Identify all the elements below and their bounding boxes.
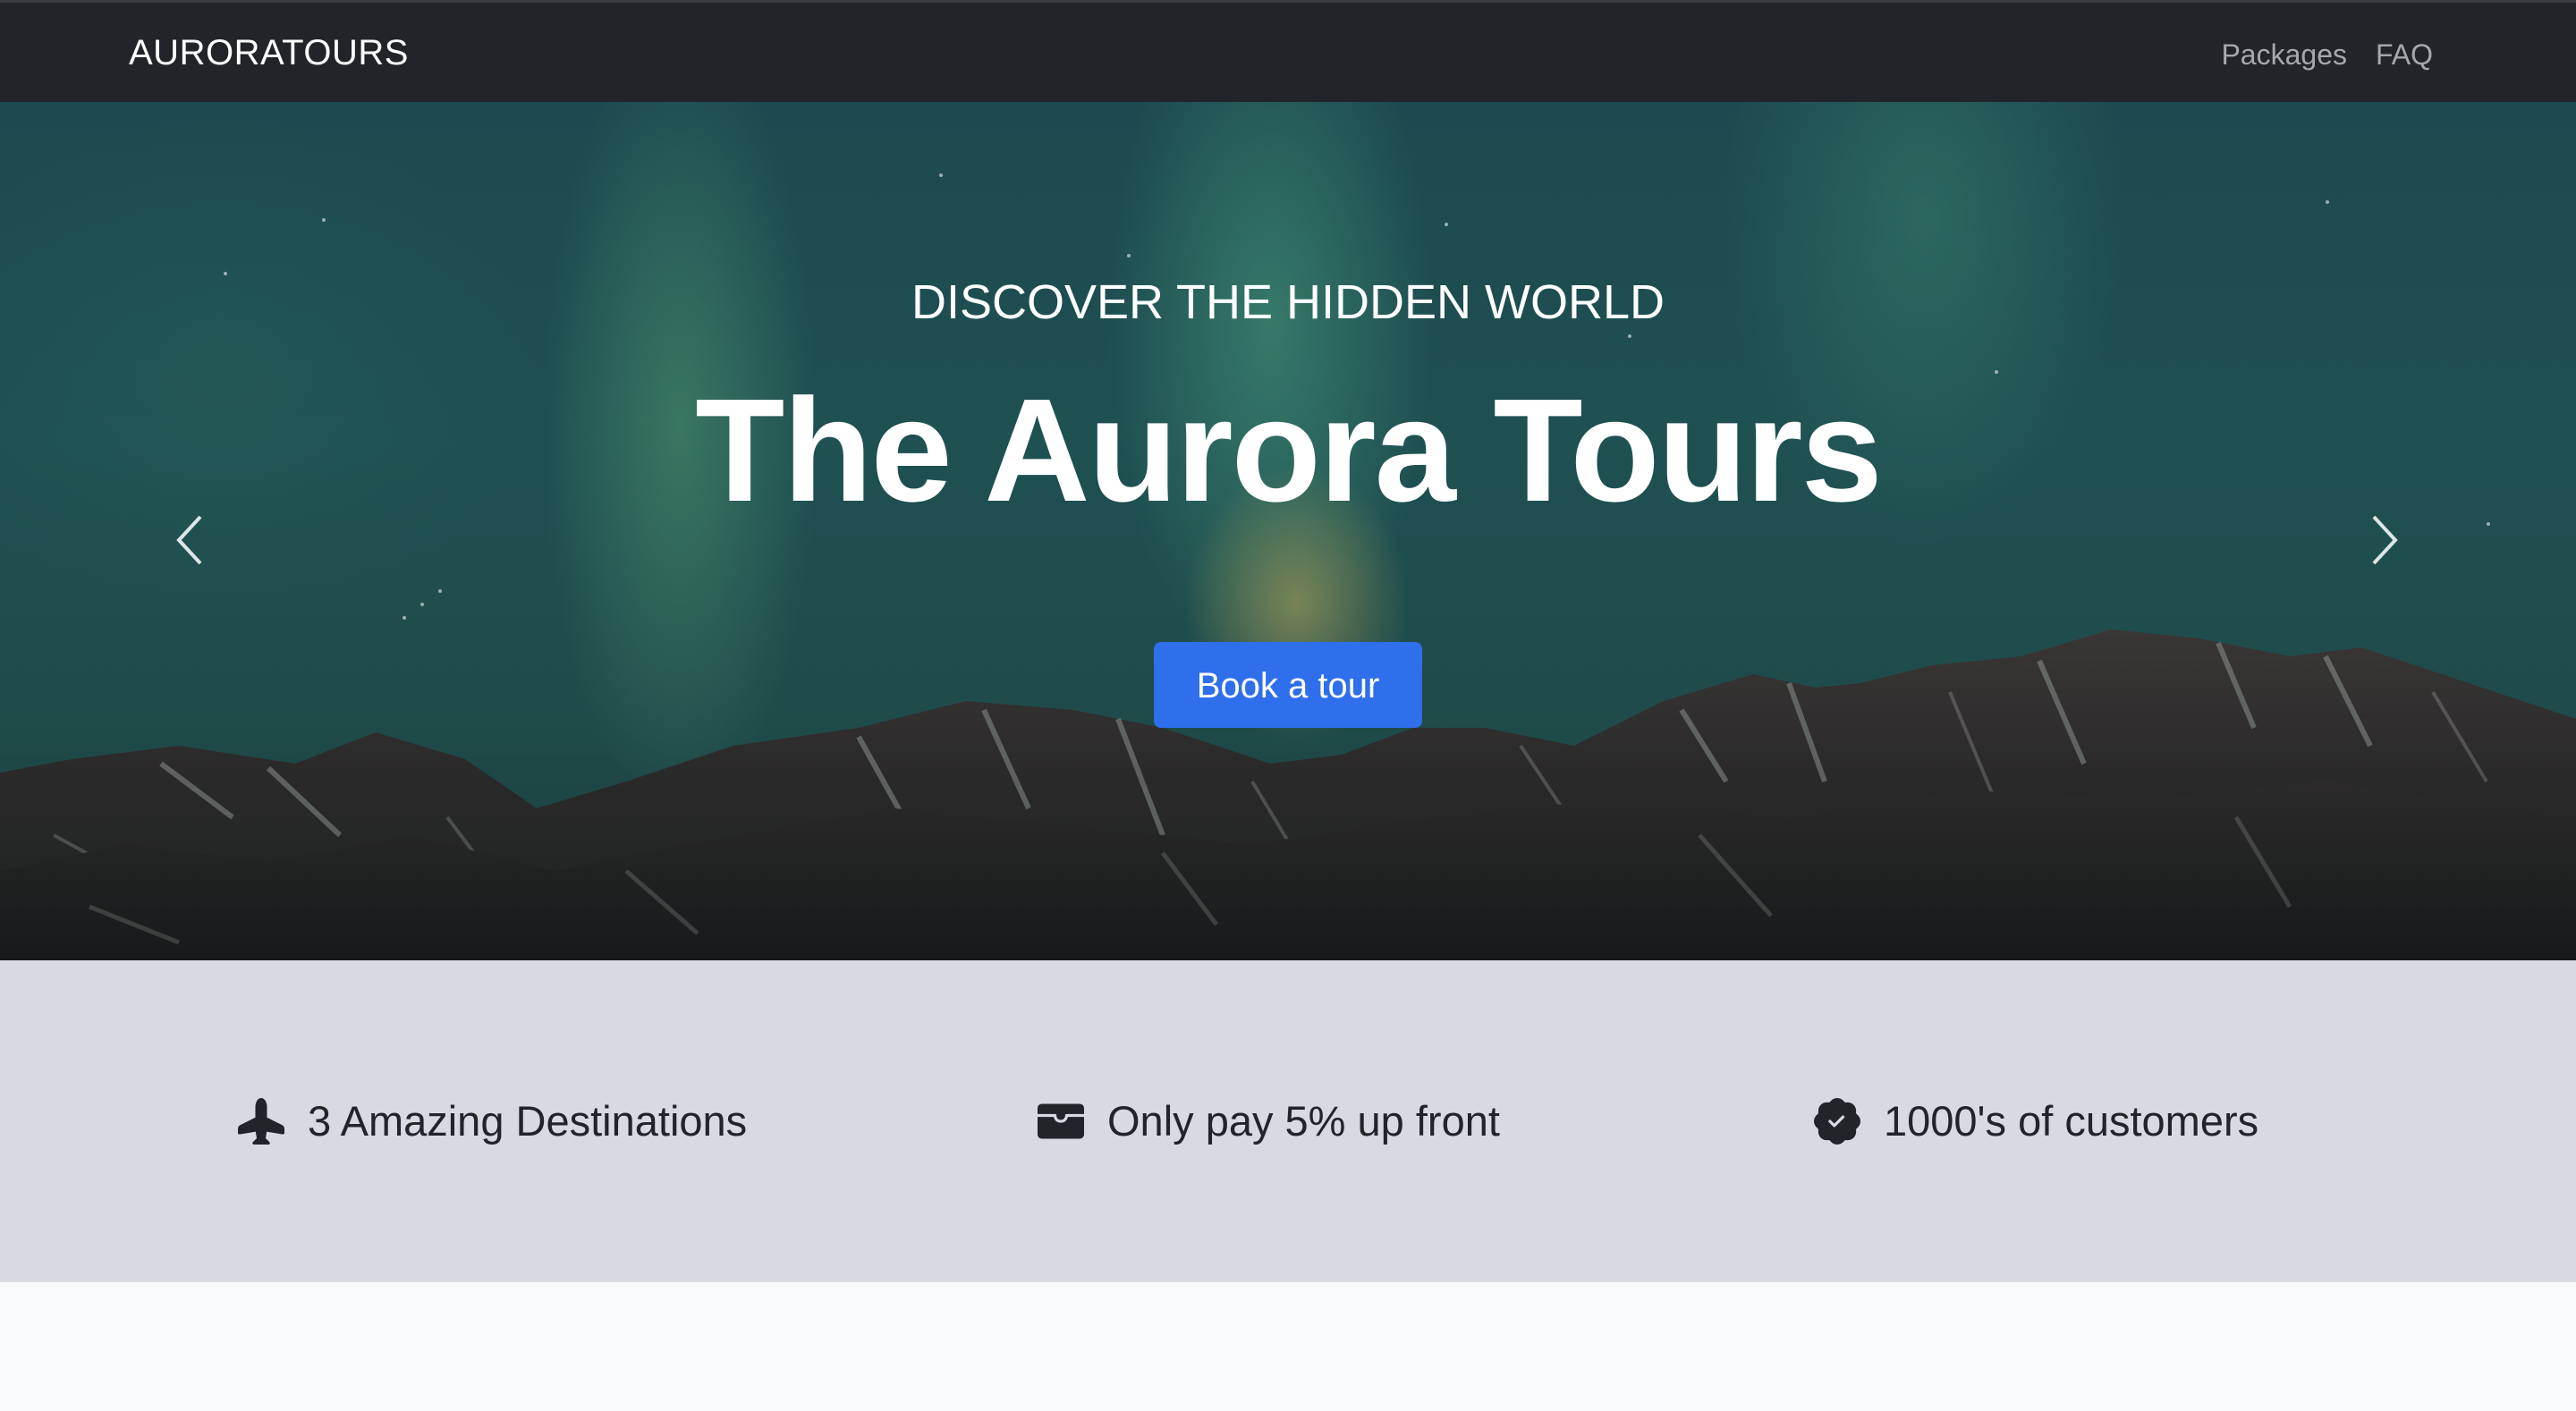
patch-check-icon: [1814, 1098, 1860, 1145]
carousel-next-button[interactable]: [2354, 504, 2408, 576]
chevron-left-icon: [176, 515, 202, 565]
hero-title: The Aurora Tours: [695, 368, 1883, 532]
feature-customers: 1000's of customers: [1814, 1094, 2258, 1148]
nav-link-packages[interactable]: Packages: [2221, 35, 2347, 74]
navbar: AURORATOURS Packages FAQ: [0, 0, 2576, 102]
book-tour-button[interactable]: Book a tour: [1154, 642, 1422, 728]
chevron-right-icon: [2372, 515, 2398, 565]
features-strip: 3 Amazing Destinations Only pay 5% up fr…: [0, 960, 2576, 1282]
page-content-area: [0, 1282, 2576, 1411]
feature-destinations: 3 Amazing Destinations: [238, 1094, 747, 1148]
feature-label: 3 Amazing Destinations: [308, 1097, 748, 1145]
feature-label: Only pay 5% up front: [1107, 1097, 1500, 1145]
hero-carousel: DISCOVER THE HIDDEN WORLD The Aurora Tou…: [0, 102, 2576, 960]
nav-link-faq[interactable]: FAQ: [2376, 35, 2433, 74]
carousel-prev-button[interactable]: [166, 504, 220, 576]
feature-payment: Only pay 5% up front: [1038, 1094, 1500, 1148]
wallet-icon: [1038, 1098, 1084, 1145]
brand-logo[interactable]: AURORATOURS: [129, 31, 409, 74]
nav-links: Packages FAQ: [2221, 35, 2433, 74]
airplane-icon: [238, 1098, 284, 1145]
feature-label: 1000's of customers: [1884, 1097, 2259, 1145]
hero-subtitle: DISCOVER THE HIDDEN WORLD: [911, 275, 1665, 329]
